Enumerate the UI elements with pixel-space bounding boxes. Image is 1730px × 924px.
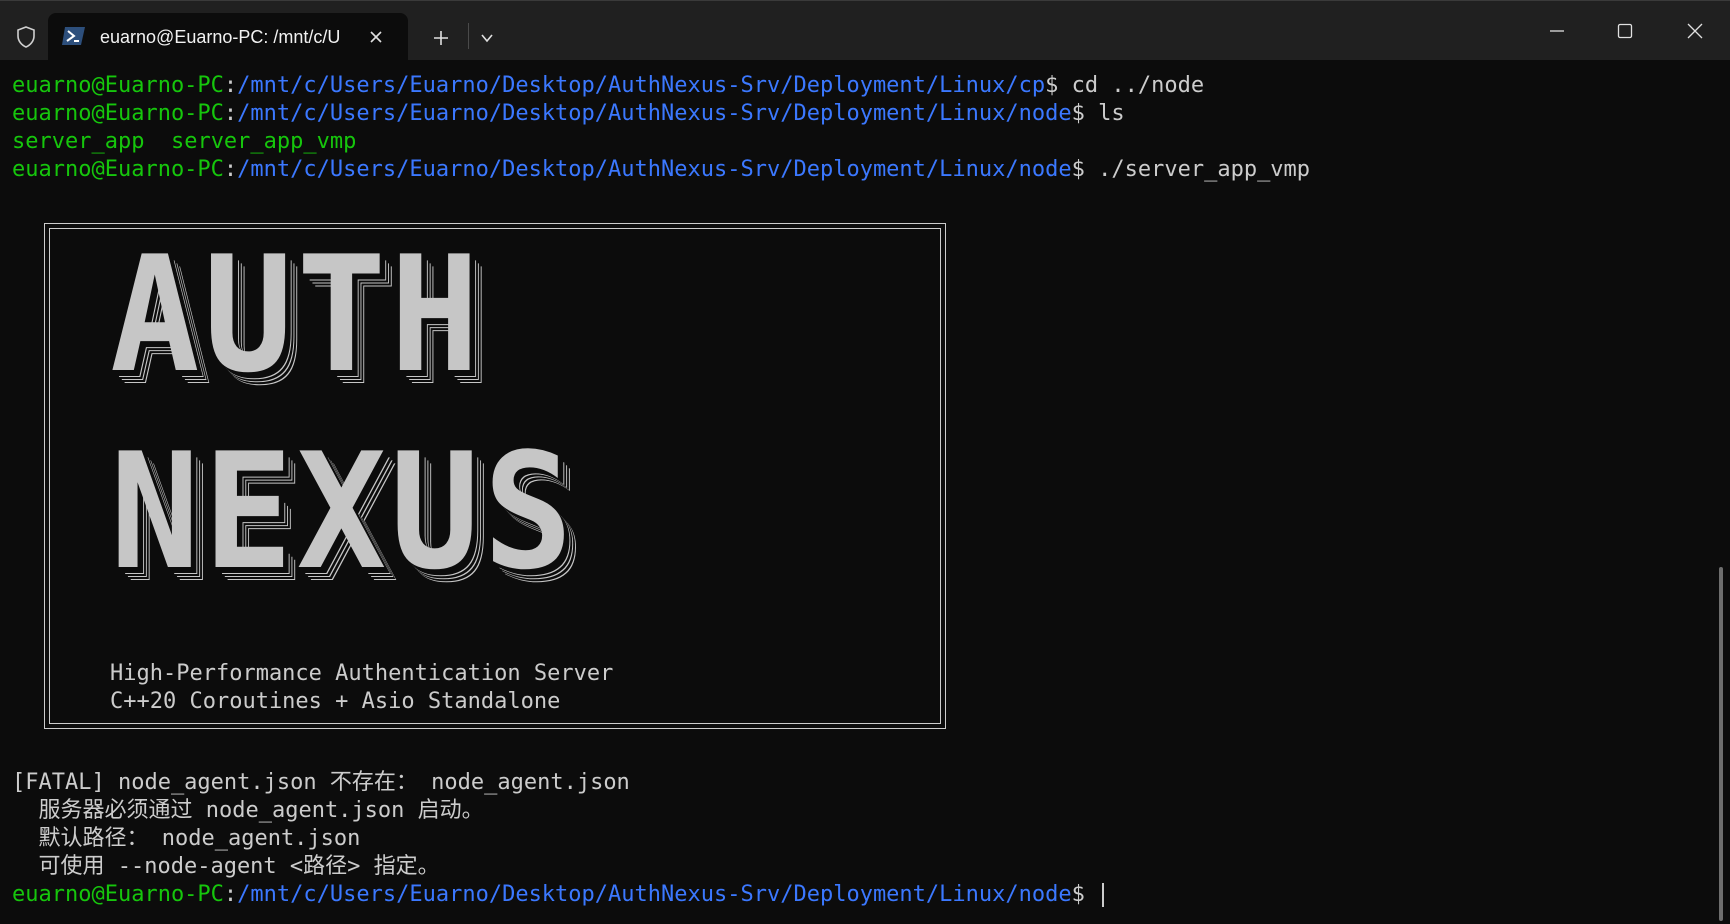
prompt-symbol: $ <box>1071 101 1099 126</box>
chevron-down-icon[interactable] <box>474 23 500 53</box>
command-text: ./server_app_vmp <box>1098 157 1311 182</box>
prompt-separator: : <box>223 73 238 98</box>
banner-title-line1: AUTH <box>110 221 484 408</box>
error-line: 可使用 --node-agent <路径> 指定。 <box>12 854 440 879</box>
powershell-icon <box>62 25 86 47</box>
prompt-path: /mnt/c/Users/Euarno/Desktop/AuthNexus-Sr… <box>237 157 1072 182</box>
error-line: [FATAL] node_agent.json 不存在： node_agent.… <box>12 770 630 795</box>
terminal-window: euarno@Euarno-PC: /mnt/c/U euarno@Euarno… <box>0 0 1730 924</box>
banner-tagline: C++20 Coroutines + Asio Standalone <box>110 689 561 714</box>
prompt-line: euarno@Euarno-PC:/mnt/c/Users/Euarno/Des… <box>12 156 1310 184</box>
minimize-icon[interactable] <box>1526 1 1588 61</box>
error-line: 默认路径： node_agent.json <box>12 826 361 851</box>
tab-divider <box>468 23 469 49</box>
command-text: cd ../node <box>1071 73 1205 98</box>
error-line: 服务器必须通过 node_agent.json 启动。 <box>12 798 484 823</box>
shield-icon[interactable] <box>12 23 40 51</box>
banner-title-line2: NEXUS <box>110 418 577 605</box>
terminal-output[interactable]: euarno@Euarno-PC:/mnt/c/Users/Euarno/Des… <box>0 60 1730 924</box>
prompt-path: /mnt/c/Users/Euarno/Desktop/AuthNexus-Sr… <box>237 73 1046 98</box>
file-entry: server_app <box>12 129 145 154</box>
plus-icon[interactable] <box>426 23 456 53</box>
maximize-icon[interactable] <box>1594 1 1656 61</box>
prompt-user: euarno@Euarno-PC <box>12 157 224 182</box>
prompt-line: euarno@Euarno-PC:/mnt/c/Users/Euarno/Des… <box>12 100 1125 128</box>
prompt-user: euarno@Euarno-PC <box>12 882 224 907</box>
command-text: ls <box>1098 101 1125 126</box>
prompt-separator: : <box>223 882 238 907</box>
banner-tagline: High-Performance Authentication Server <box>110 661 614 686</box>
prompt-user: euarno@Euarno-PC <box>12 101 224 126</box>
scrollbar[interactable] <box>1719 567 1723 921</box>
prompt-path: /mnt/c/Users/Euarno/Desktop/AuthNexus-Sr… <box>237 101 1072 126</box>
prompt-user: euarno@Euarno-PC <box>12 73 224 98</box>
prompt-symbol: $ <box>1045 73 1072 98</box>
tab-active[interactable]: euarno@Euarno-PC: /mnt/c/U <box>48 13 408 61</box>
file-entry: server_app_vmp <box>170 129 357 154</box>
title-bar: euarno@Euarno-PC: /mnt/c/U <box>0 0 1730 61</box>
tab-title: euarno@Euarno-PC: /mnt/c/U <box>100 27 341 47</box>
ls-output: server_app server_app_vmp <box>12 128 356 156</box>
prompt-path: /mnt/c/Users/Euarno/Desktop/AuthNexus-Sr… <box>237 882 1072 907</box>
prompt-symbol: $ <box>1071 157 1099 182</box>
close-icon[interactable] <box>1664 1 1726 61</box>
prompt-separator: : <box>223 101 238 126</box>
prompt-symbol: $ <box>1071 882 1099 907</box>
text-cursor <box>1102 883 1105 907</box>
prompt-line[interactable]: euarno@Euarno-PC:/mnt/c/Users/Euarno/Des… <box>12 881 1105 909</box>
prompt-line: euarno@Euarno-PC:/mnt/c/Users/Euarno/Des… <box>12 72 1204 100</box>
close-icon[interactable] <box>364 25 388 49</box>
prompt-separator: : <box>223 157 238 182</box>
